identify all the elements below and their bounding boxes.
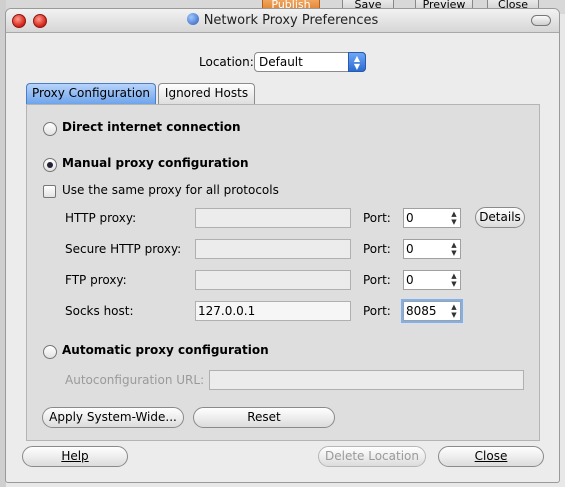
direct-connection-radio[interactable] — [43, 122, 57, 136]
http-port-stepper[interactable]: 0 ▲ ▼ — [403, 208, 461, 228]
same-proxy-checkbox[interactable] — [43, 185, 56, 198]
secure-http-proxy-label: Secure HTTP proxy: — [65, 242, 182, 256]
direct-connection-label[interactable]: Direct internet connection — [62, 120, 241, 134]
network-icon — [186, 13, 199, 25]
help-button[interactable]: Help — [22, 446, 128, 467]
socks-port-label: Port: — [363, 304, 391, 318]
close-button[interactable]: Close — [438, 446, 544, 467]
tab-ignored-hosts[interactable]: Ignored Hosts — [158, 83, 255, 104]
title-bar[interactable]: Network Proxy Preferences — [6, 9, 559, 33]
select-arrows-icon: ▲ ▼ — [348, 52, 366, 72]
same-proxy-label[interactable]: Use the same proxy for all protocols — [62, 183, 279, 197]
location-value: Default — [259, 55, 303, 69]
delete-location-button[interactable]: Delete Location — [318, 446, 426, 467]
ftp-proxy-input[interactable] — [195, 270, 351, 290]
stepper-arrows-icon[interactable]: ▲ ▼ — [449, 241, 459, 257]
stepper-arrows-icon[interactable]: ▲ ▼ — [449, 272, 459, 288]
socks-port-stepper[interactable]: 8085 ▲ ▼ — [401, 299, 463, 323]
ftp-port-stepper[interactable]: 0 ▲ ▼ — [403, 270, 461, 290]
http-proxy-input[interactable] — [195, 208, 351, 228]
secure-http-port-label: Port: — [363, 242, 391, 256]
reset-button[interactable]: Reset — [193, 407, 335, 428]
ftp-port-label: Port: — [363, 273, 391, 287]
proxy-configuration-panel: Direct internet connection Manual proxy … — [26, 104, 540, 441]
automatic-proxy-radio[interactable] — [43, 345, 57, 359]
secure-http-port-stepper[interactable]: 0 ▲ ▼ — [403, 239, 461, 259]
window-title: Network Proxy Preferences — [6, 13, 559, 28]
socks-host-label: Socks host: — [65, 304, 134, 318]
autoconfig-url-input[interactable] — [209, 370, 524, 390]
toolbar-toggle-icon[interactable] — [531, 15, 551, 26]
tab-proxy-configuration[interactable]: Proxy Configuration — [26, 83, 156, 104]
details-button[interactable]: Details — [475, 207, 525, 228]
location-select[interactable]: Default ▲ ▼ — [254, 52, 366, 72]
socks-host-input[interactable]: 127.0.0.1 — [195, 301, 351, 321]
manual-proxy-label[interactable]: Manual proxy configuration — [62, 156, 249, 170]
stepper-arrows-icon[interactable]: ▲ ▼ — [449, 303, 459, 319]
proxy-preferences-window: Network Proxy Preferences Location: Defa… — [5, 8, 560, 483]
location-label: Location: — [199, 55, 254, 69]
secure-http-proxy-input[interactable] — [195, 239, 351, 259]
stepper-arrows-icon[interactable]: ▲ ▼ — [449, 210, 459, 226]
autoconfig-url-label: Autoconfiguration URL: — [65, 373, 205, 387]
apply-system-wide-button[interactable]: Apply System-Wide... — [42, 407, 184, 428]
manual-proxy-radio[interactable] — [43, 158, 57, 172]
http-proxy-label: HTTP proxy: — [65, 211, 137, 225]
http-port-label: Port: — [363, 211, 391, 225]
automatic-proxy-label[interactable]: Automatic proxy configuration — [62, 343, 269, 357]
ftp-proxy-label: FTP proxy: — [65, 273, 127, 287]
